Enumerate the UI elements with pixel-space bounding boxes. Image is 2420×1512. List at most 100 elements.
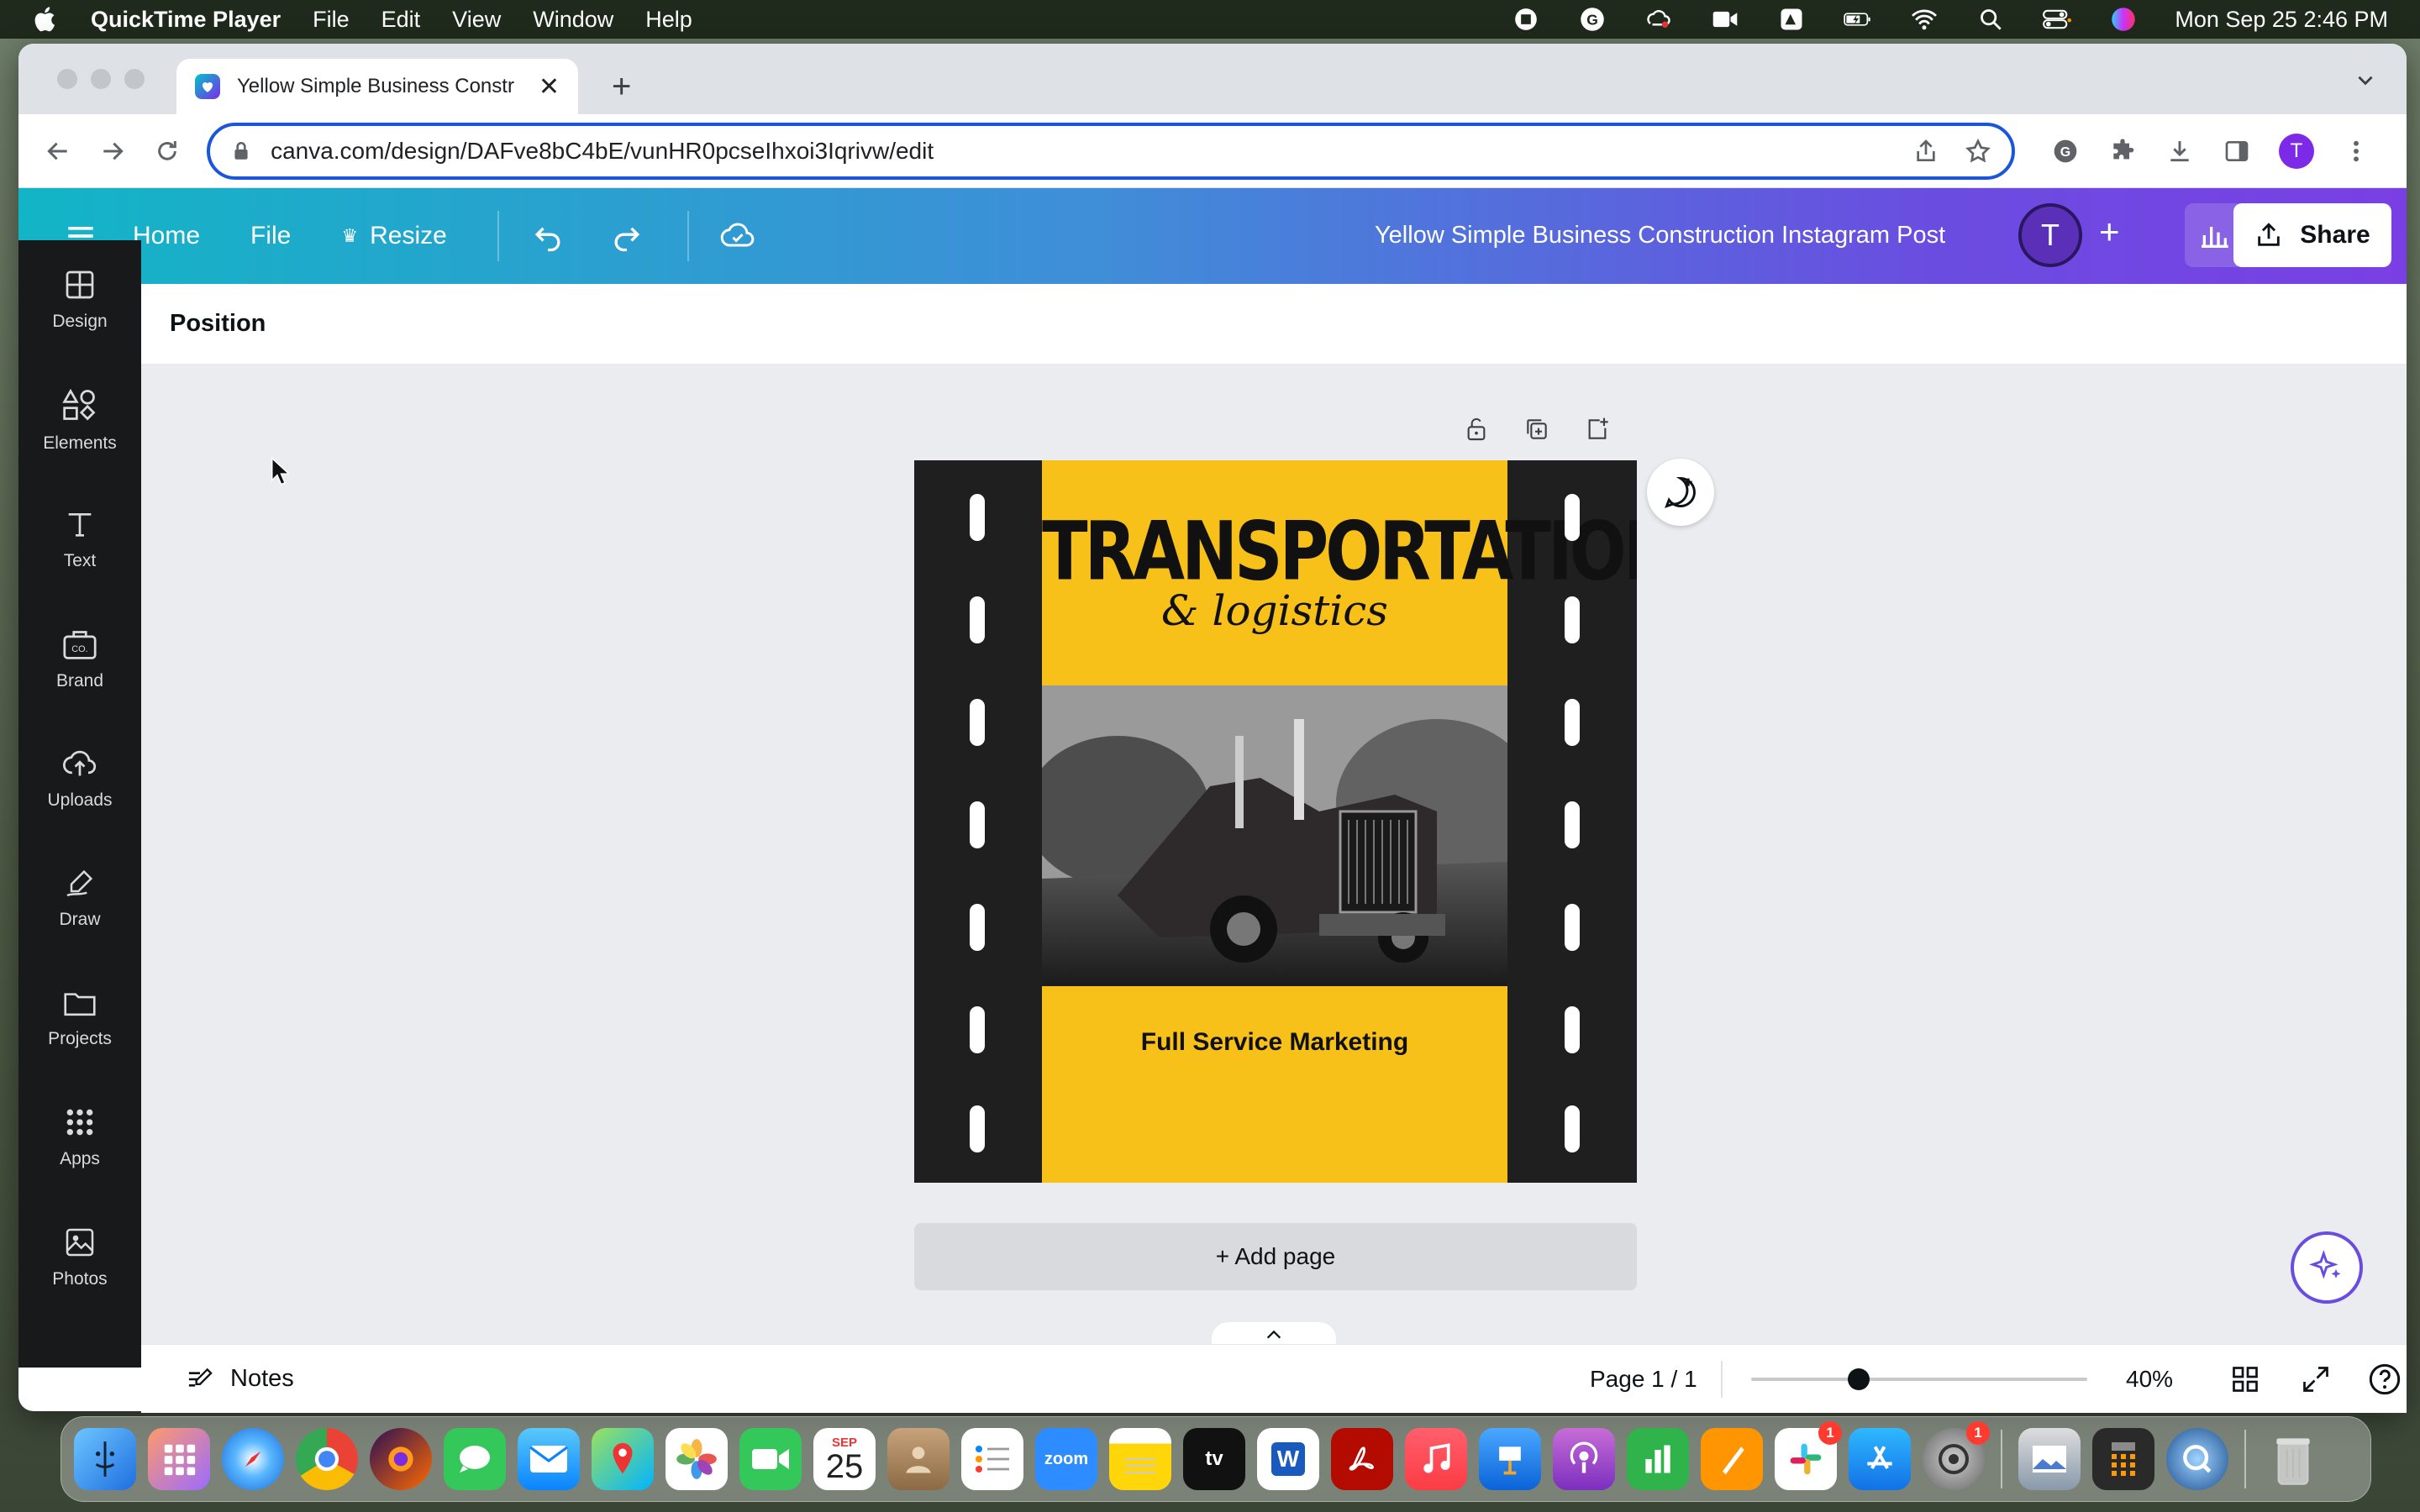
sidebar-item-design[interactable]: Design <box>18 240 141 360</box>
apple-icon[interactable] <box>32 5 60 34</box>
control-center-icon[interactable] <box>2043 7 2072 32</box>
sidebar-item-projects[interactable]: Projects <box>18 958 141 1078</box>
keynote-icon[interactable] <box>1479 1428 1541 1490</box>
slack-icon[interactable]: 1 <box>1775 1421 1842 1490</box>
menu-window[interactable]: Window <box>533 7 613 33</box>
music-icon[interactable] <box>1405 1428 1467 1490</box>
close-window-button[interactable] <box>57 69 77 89</box>
menu-help[interactable]: Help <box>645 7 692 33</box>
grammarly-icon[interactable]: G <box>1578 7 1607 32</box>
podcasts-icon[interactable] <box>1553 1428 1615 1490</box>
mail-icon[interactable] <box>518 1428 580 1490</box>
extensions-puzzle-icon[interactable] <box>2107 136 2138 166</box>
zoom-slider-thumb[interactable] <box>1848 1368 1870 1390</box>
sidebar-item-brand[interactable]: CO. Brand <box>18 599 141 718</box>
duplicate-page-icon[interactable] <box>1519 412 1555 447</box>
invite-collaborator-button[interactable]: + <box>2099 212 2120 252</box>
new-tab-button[interactable]: + <box>612 68 631 106</box>
menu-edit[interactable]: Edit <box>381 7 421 33</box>
preview-image-icon[interactable] <box>2018 1428 2081 1490</box>
position-button[interactable]: Position <box>170 310 266 338</box>
share-button[interactable]: Share <box>2233 203 2391 267</box>
menu-view[interactable]: View <box>452 7 501 33</box>
redo-icon[interactable] <box>608 218 645 255</box>
wifi-icon[interactable] <box>1910 7 1939 32</box>
tagline-text[interactable]: Full Service Marketing <box>1042 1028 1507 1057</box>
script-editor-icon[interactable] <box>1777 7 1806 32</box>
menubar-clock[interactable]: Mon Sep 25 2:46 PM <box>2175 7 2388 33</box>
sidebar-item-elements[interactable]: Elements <box>18 360 141 479</box>
siri-icon[interactable] <box>2109 7 2138 32</box>
forward-arrow-icon[interactable] <box>95 133 131 170</box>
notes-button[interactable]: Notes <box>185 1365 294 1393</box>
contacts-icon[interactable] <box>887 1428 950 1490</box>
bookmark-star-icon[interactable] <box>1965 138 1991 165</box>
firefox-icon[interactable] <box>370 1428 432 1490</box>
undo-icon[interactable] <box>529 218 566 255</box>
file-menu-button[interactable]: File <box>250 222 291 250</box>
cloud-saved-icon[interactable] <box>719 218 756 255</box>
app-store-icon[interactable] <box>1849 1428 1911 1490</box>
launchpad-icon[interactable] <box>148 1428 210 1490</box>
sidebar-item-photos[interactable]: Photos <box>18 1198 141 1317</box>
lock-page-icon[interactable] <box>1459 412 1494 447</box>
magic-assistant-button[interactable] <box>2291 1231 2363 1304</box>
site-info-icon[interactable] <box>230 140 252 162</box>
zoom-app-icon[interactable]: zoom <box>1035 1428 1097 1490</box>
browser-profile-avatar[interactable]: T <box>2278 133 2314 169</box>
reminders-icon[interactable] <box>961 1428 1023 1490</box>
calendar-icon[interactable]: SEP 25 <box>813 1428 876 1490</box>
design-title[interactable]: Yellow Simple Business Construction Inst… <box>1375 222 1945 249</box>
notes-app-icon[interactable] <box>1109 1428 1171 1490</box>
headline-text[interactable]: TRANSPORTATION <box>1042 505 1637 599</box>
numbers-icon[interactable] <box>1627 1428 1689 1490</box>
zoom-level[interactable]: 40% <box>2126 1366 2173 1393</box>
subline-script-text[interactable]: & logistics <box>1042 586 1507 635</box>
finder-icon[interactable] <box>74 1428 136 1490</box>
add-page-button[interactable]: + Add page <box>914 1223 1637 1290</box>
messages-icon[interactable] <box>444 1428 506 1490</box>
add-page-icon[interactable] <box>1580 412 1615 447</box>
add-comment-button[interactable] <box>1647 459 1714 526</box>
truck-photo[interactable] <box>1042 685 1507 986</box>
sidebar-item-draw[interactable]: Draw <box>18 838 141 958</box>
apple-tv-icon[interactable]: tv <box>1183 1428 1245 1490</box>
pages-icon[interactable] <box>1701 1428 1763 1490</box>
page-indicator[interactable]: Page 1 / 1 <box>1590 1366 1697 1393</box>
zoom-slider-track[interactable] <box>1751 1377 2087 1381</box>
reload-icon[interactable] <box>149 133 185 170</box>
photos-icon[interactable] <box>666 1428 728 1490</box>
acrobat-icon[interactable] <box>1331 1428 1393 1490</box>
quicktime-icon[interactable] <box>2166 1428 2228 1490</box>
fullscreen-icon[interactable] <box>2299 1362 2333 1396</box>
grid-view-icon[interactable] <box>2228 1362 2262 1396</box>
calculator-icon[interactable] <box>2092 1428 2154 1490</box>
sidebar-item-uploads[interactable]: Uploads <box>18 719 141 838</box>
tab-search-chevron-icon[interactable] <box>2354 69 2376 91</box>
help-icon[interactable] <box>2368 1362 2402 1396</box>
maps-icon[interactable] <box>592 1428 654 1490</box>
url-input[interactable] <box>271 137 1887 165</box>
share-page-icon[interactable] <box>1912 138 1939 165</box>
address-bar[interactable] <box>207 122 2015 180</box>
close-tab-icon[interactable]: ✕ <box>539 72 560 102</box>
home-button[interactable]: Home <box>133 222 200 250</box>
chrome-icon[interactable] <box>296 1428 358 1490</box>
stop-recording-icon[interactable] <box>1512 7 1540 32</box>
menu-app-name[interactable]: QuickTime Player <box>91 7 281 33</box>
facetime-status-icon[interactable] <box>1711 7 1739 32</box>
zoom-window-button[interactable] <box>124 69 145 89</box>
back-arrow-icon[interactable] <box>40 133 76 170</box>
facetime-icon[interactable] <box>739 1428 802 1490</box>
trash-icon[interactable] <box>2262 1428 2324 1490</box>
resize-button[interactable]: ♛ Resize <box>341 222 446 250</box>
battery-icon[interactable] <box>1844 7 1872 32</box>
sidebar-item-text[interactable]: Text <box>18 480 141 599</box>
spotlight-search-icon[interactable] <box>1976 7 2005 32</box>
system-settings-icon[interactable]: 1 <box>1923 1421 1990 1490</box>
user-avatar[interactable]: T <box>2018 203 2082 267</box>
browser-tab-active[interactable]: Yellow Simple Business Constr ✕ <box>176 59 578 114</box>
safari-icon[interactable] <box>222 1428 284 1490</box>
menu-file[interactable]: File <box>313 7 350 33</box>
side-panel-icon[interactable] <box>2222 136 2252 166</box>
